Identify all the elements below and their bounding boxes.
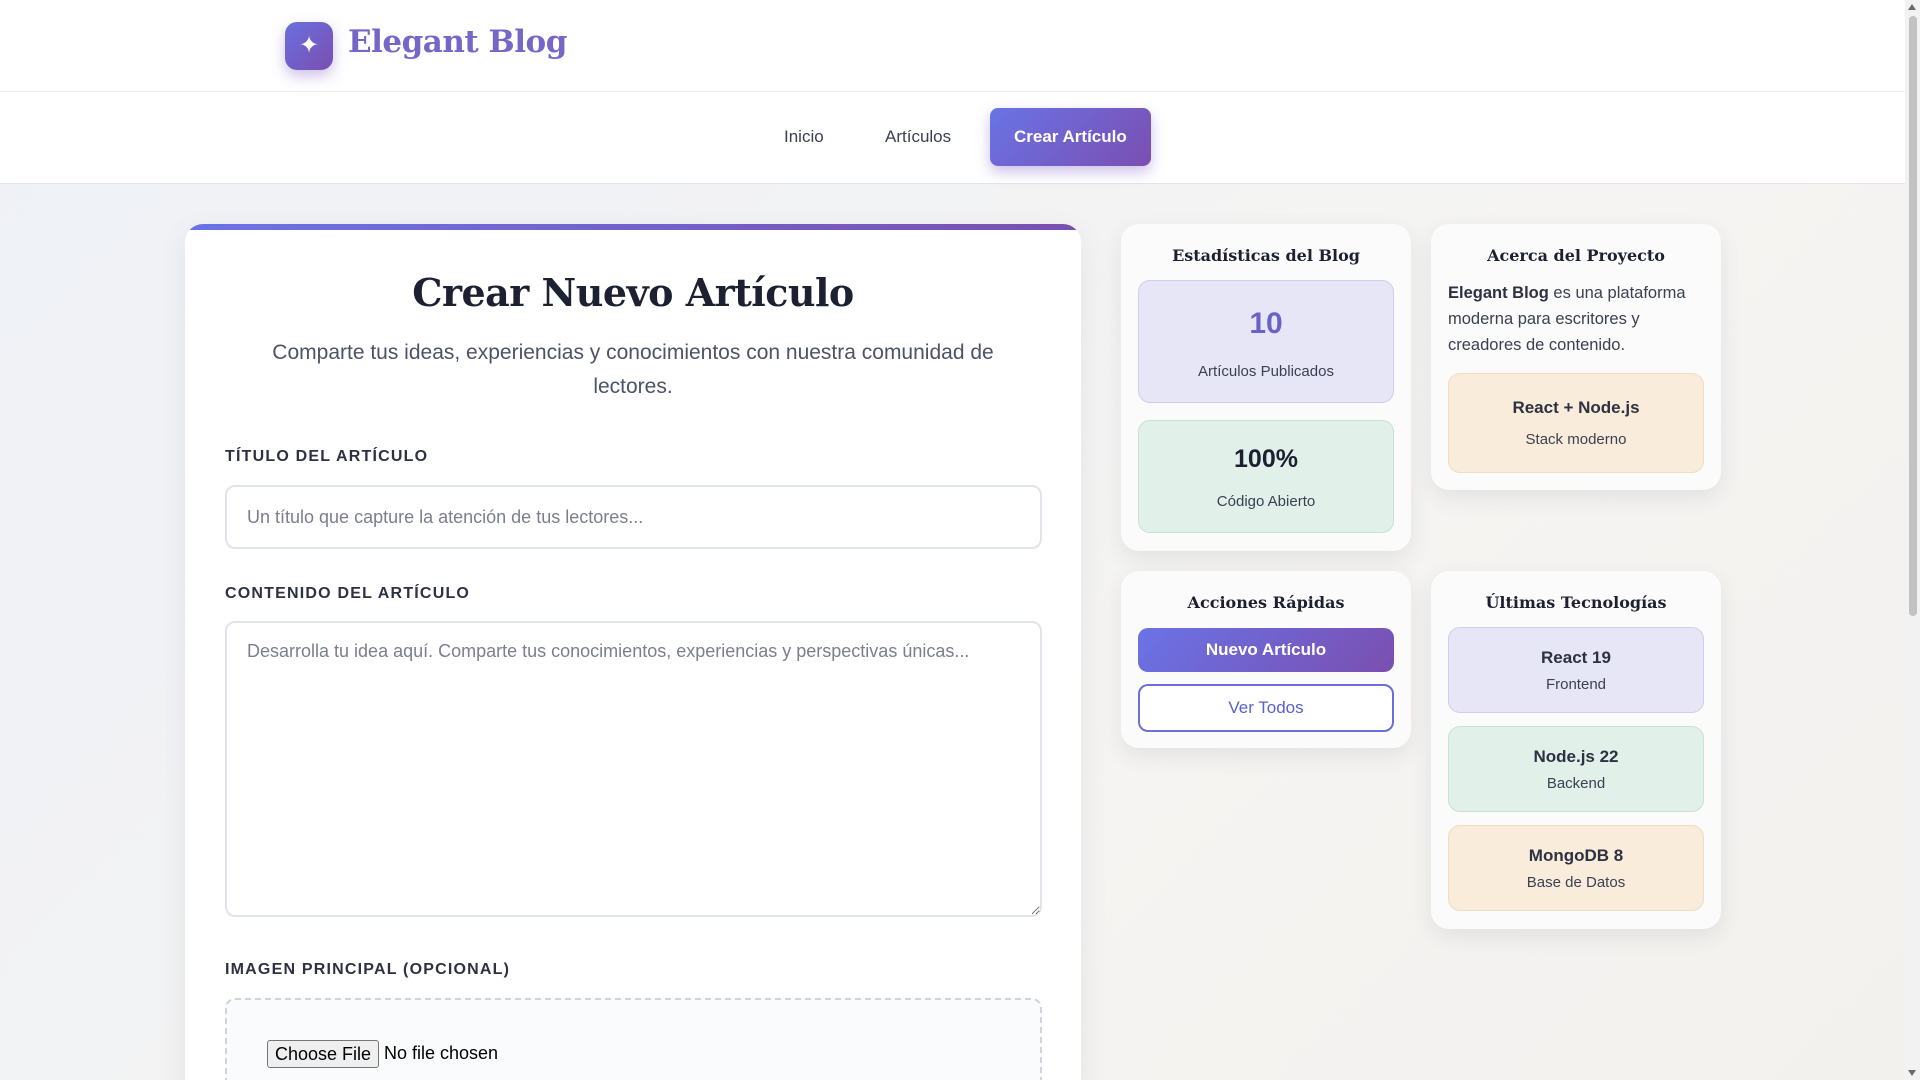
article-title-input[interactable]	[225, 485, 1042, 549]
tech-name: React 19	[1541, 648, 1611, 667]
tech-item-node: Node.js 22 Backend	[1448, 726, 1704, 812]
sparkle-logo-icon[interactable]: ✦	[285, 22, 333, 70]
nav-link-inicio[interactable]: Inicio	[760, 108, 848, 166]
tech-item-react: React 19 Frontend	[1448, 627, 1704, 713]
stats-title: Estadísticas del Blog	[1172, 246, 1360, 265]
image-upload-dropzone[interactable]: Choose File No file chosen	[225, 998, 1042, 1080]
about-brand: Elegant Blog	[1448, 284, 1549, 302]
stack-box: React + Node.js Stack moderno	[1448, 373, 1704, 473]
image-field-label: IMAGEN PRINCIPAL (OPCIONAL)	[225, 961, 511, 978]
nav-link-articulos[interactable]: Artículos	[861, 108, 975, 166]
scroll-down-arrow-icon[interactable]	[1908, 1070, 1916, 1076]
stack-name: React + Node.js	[1512, 398, 1640, 417]
about-project-card: Acerca del Proyecto Elegant Blog es una …	[1431, 224, 1721, 490]
tech-role: Backend	[1546, 775, 1606, 792]
page-scrollbar[interactable]	[1905, 0, 1920, 1080]
tech-role: Base de Datos	[1526, 874, 1626, 891]
new-article-button[interactable]: Nuevo Artículo	[1138, 628, 1394, 672]
about-title: Acerca del Proyecto	[1487, 246, 1665, 265]
tech-name: Node.js 22	[1533, 747, 1619, 766]
create-article-form: Crear Nuevo Artículo Comparte tus ideas,…	[185, 224, 1081, 1080]
articles-label: Artículos Publicados	[1198, 363, 1334, 380]
about-description: Elegant Blog es una plataforma moderna p…	[1448, 280, 1708, 358]
tech-name: MongoDB 8	[1528, 846, 1624, 865]
content-field-label: CONTENIDO DEL ARTÍCULO	[225, 585, 471, 602]
open-source-label: Código Abierto	[1216, 493, 1316, 510]
choose-file-button[interactable]: Choose File	[267, 1040, 380, 1068]
articles-count: 10	[1249, 307, 1283, 340]
stack-sub: Stack moderno	[1525, 431, 1627, 448]
tech-role: Frontend	[1545, 676, 1607, 693]
view-all-button[interactable]: Ver Todos	[1138, 684, 1394, 732]
actions-title: Acciones Rápidas	[1187, 593, 1345, 612]
nav-link-crear-articulo[interactable]: Crear Artículo	[990, 108, 1151, 166]
blog-stats-card: Estadísticas del Blog 10 Artículos Publi…	[1121, 224, 1411, 551]
scroll-thumb[interactable]	[1909, 16, 1917, 616]
open-source-stat: 100% Código Abierto	[1138, 420, 1394, 533]
main-nav: Inicio Artículos Crear Artículo	[0, 92, 1905, 184]
card-accent-bar	[185, 224, 1081, 230]
brand-name[interactable]: Elegant Blog	[348, 24, 567, 60]
article-content-textarea[interactable]	[225, 621, 1042, 917]
page-subtitle: Comparte tus ideas, experiencias y conoc…	[272, 341, 994, 398]
open-source-value: 100%	[1234, 445, 1298, 473]
articles-stat: 10 Artículos Publicados	[1138, 280, 1394, 403]
title-field-label: TÍTULO DEL ARTÍCULO	[225, 448, 429, 465]
tech-item-mongodb: MongoDB 8 Base de Datos	[1448, 825, 1704, 911]
scroll-up-arrow-icon[interactable]	[1908, 4, 1916, 10]
site-header: ✦ Elegant Blog	[0, 0, 1905, 92]
quick-actions-card: Acciones Rápidas Nuevo Artículo Ver Todo…	[1121, 571, 1411, 748]
latest-tech-card: Últimas Tecnologías React 19 Frontend No…	[1431, 571, 1721, 929]
tech-title: Últimas Tecnologías	[1485, 593, 1667, 612]
page-title: Crear Nuevo Artículo	[412, 270, 854, 315]
file-status-text: No file chosen	[384, 1043, 499, 1063]
